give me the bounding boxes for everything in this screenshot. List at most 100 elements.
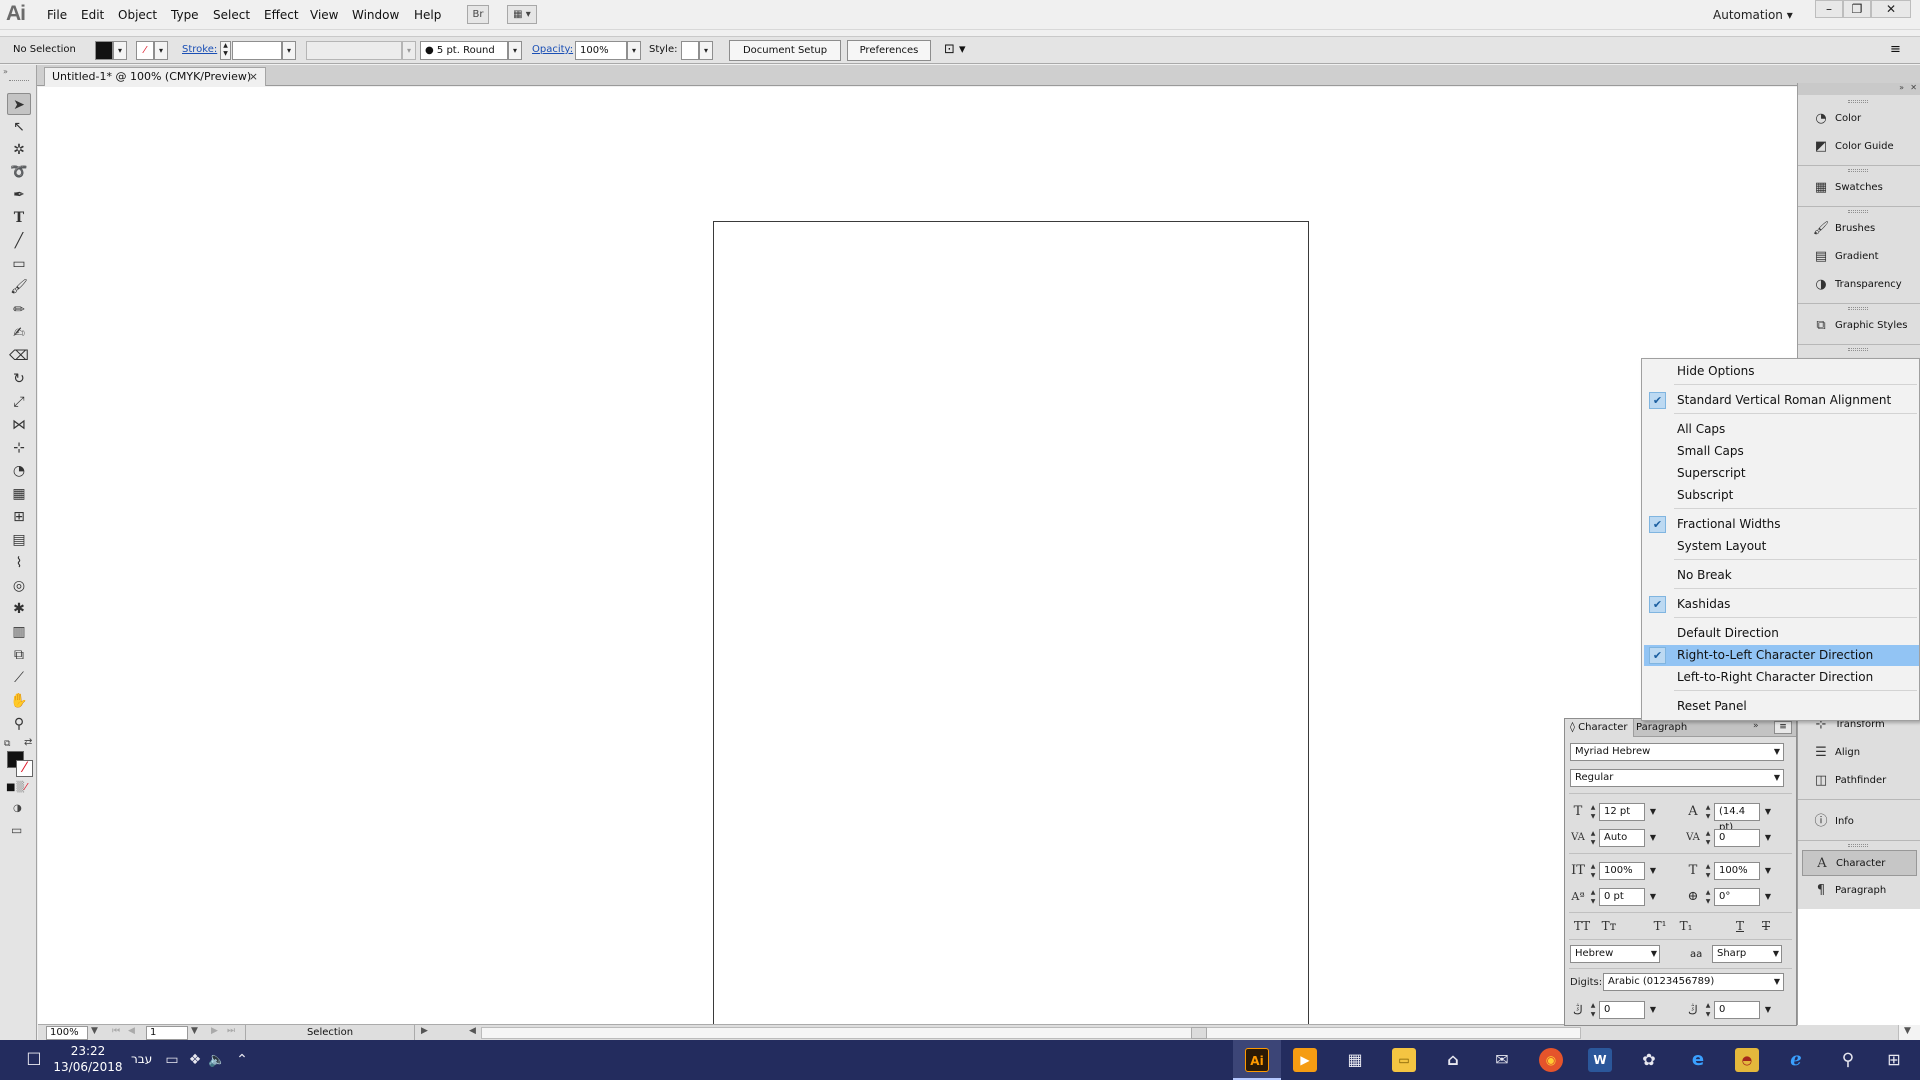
lasso-tool-icon[interactable]: ➰ xyxy=(7,161,31,183)
first-artboard-icon[interactable]: ⏮ xyxy=(112,1026,120,1036)
menu-item-standard-vertical-roman-alignment[interactable]: ✔ Standard Vertical Roman Alignment xyxy=(1644,390,1919,411)
show-hidden-icons-icon[interactable]: ⌃ xyxy=(228,1048,256,1072)
baseline-shift-dropdown[interactable]: ▼ xyxy=(1647,888,1659,906)
anti-alias-dropdown[interactable]: ▼ xyxy=(1770,945,1782,963)
current-tool-status[interactable]: Selection xyxy=(245,1025,415,1040)
kerning-dropdown[interactable]: ▼ xyxy=(1647,829,1659,847)
diacritics-x-dropdown[interactable]: ▼ xyxy=(1647,1001,1659,1019)
horizontal-scale-dropdown[interactable]: ▼ xyxy=(1762,862,1774,880)
rotation-input[interactable]: 0° xyxy=(1714,888,1760,906)
stroke-weight-input[interactable] xyxy=(232,41,282,60)
menu-item-small-caps[interactable]: Small Caps xyxy=(1644,441,1919,462)
horizontal-scale-input[interactable]: 100% xyxy=(1714,862,1760,880)
perspective-grid-tool-icon[interactable]: ▦ xyxy=(7,483,31,505)
collapse-tools-icon[interactable]: » xyxy=(3,67,8,76)
dock-group-grip[interactable] xyxy=(1848,844,1868,847)
dock-item-graphic-styles[interactable]: ⧉ Graphic Styles xyxy=(1798,313,1920,339)
taskbar-app-internet-explorer[interactable]: e xyxy=(1674,1040,1722,1080)
width-tool-icon[interactable]: ⋈ xyxy=(7,414,31,436)
fill-dropdown[interactable]: ▾ xyxy=(113,41,127,60)
panel-menu-icon[interactable]: ≡ xyxy=(1774,721,1792,734)
digits-select[interactable]: Arabic (0123456789) xyxy=(1603,973,1784,991)
superscript-icon[interactable]: T¹ xyxy=(1648,917,1672,935)
menu-item-superscript[interactable]: Superscript xyxy=(1644,463,1919,484)
language-dropdown[interactable]: ▼ xyxy=(1648,945,1660,963)
menu-item-kashidas[interactable]: ✔ Kashidas xyxy=(1644,594,1919,615)
zoom-dropdown[interactable]: ▼ xyxy=(91,1026,98,1036)
drawing-mode-icon[interactable]: ◑ xyxy=(13,803,22,814)
minimize-button[interactable]: – xyxy=(1815,0,1843,18)
scale-tool-icon[interactable]: ⤢ xyxy=(7,391,31,413)
taskbar-app-word[interactable]: W xyxy=(1576,1040,1624,1080)
menu-item-all-caps[interactable]: All Caps xyxy=(1644,419,1919,440)
menu-item-left-to-right-direction[interactable]: Left-to-Right Character Direction xyxy=(1644,667,1919,688)
menu-item-fractional-widths[interactable]: ✔ Fractional Widths xyxy=(1644,514,1919,535)
document-tab[interactable]: Untitled-1* @ 100% (CMYK/Preview) × xyxy=(44,67,266,86)
collapse-panel-icon[interactable]: » xyxy=(1753,721,1759,731)
volume-icon[interactable]: 🔈 xyxy=(203,1048,231,1072)
dock-group-grip[interactable] xyxy=(1848,100,1868,103)
canvas[interactable] xyxy=(38,87,1798,1064)
close-window-button[interactable]: ✕ xyxy=(1871,0,1911,18)
menu-item-reset-panel[interactable]: Reset Panel xyxy=(1644,696,1919,717)
stroke-color-icon[interactable]: ⁄ xyxy=(16,760,33,777)
taskbar-app-mail[interactable]: ✉ xyxy=(1478,1040,1526,1080)
previous-artboard-icon[interactable]: ◀ xyxy=(128,1026,135,1036)
pencil-tool-icon[interactable]: ✏ xyxy=(7,299,31,321)
dock-item-pathfinder[interactable]: ◫ Pathfinder xyxy=(1798,768,1920,794)
diacritics-x-input[interactable]: 0 xyxy=(1599,1001,1645,1019)
diacritics-y-dropdown[interactable]: ▼ xyxy=(1762,1001,1774,1019)
graphic-style-dropdown[interactable]: ▾ xyxy=(699,41,713,60)
default-colors-icon[interactable]: ⧉ xyxy=(4,739,10,749)
free-transform-tool-icon[interactable]: ⊹ xyxy=(7,437,31,459)
opacity-label[interactable]: Opacity: xyxy=(532,44,573,55)
menu-item-no-break[interactable]: No Break xyxy=(1644,565,1919,586)
taskbar-app-store[interactable]: ⌂ xyxy=(1429,1040,1477,1080)
tab-paragraph[interactable]: Paragraph xyxy=(1631,719,1692,737)
menu-file[interactable]: File xyxy=(47,8,67,22)
collapse-dock-icon[interactable]: » xyxy=(1899,83,1904,92)
swap-colors-icon[interactable]: ⇄ xyxy=(24,737,32,748)
close-dock-icon[interactable]: ✕ xyxy=(1910,83,1917,92)
dock-item-align[interactable]: ☰ Align xyxy=(1798,740,1920,766)
shape-builder-tool-icon[interactable]: ◔ xyxy=(7,460,31,482)
menu-view[interactable]: View xyxy=(310,8,338,22)
tools-grip[interactable] xyxy=(9,80,29,82)
variable-width-dropdown[interactable]: ▾ xyxy=(402,41,416,60)
pen-tool-icon[interactable]: ✒ xyxy=(7,184,31,206)
eraser-tool-icon[interactable]: ⌫ xyxy=(7,345,31,367)
control-bar-menu-icon[interactable]: ≡ xyxy=(1890,42,1901,57)
stroke-weight-spinner[interactable]: ▲ ▼ xyxy=(220,41,231,60)
menu-item-system-layout[interactable]: System Layout xyxy=(1644,536,1919,557)
dock-item-gradient[interactable]: ▤ Gradient xyxy=(1798,244,1920,270)
font-size-input[interactable]: 12 pt xyxy=(1599,803,1645,821)
artboard[interactable] xyxy=(713,221,1309,1064)
last-artboard-icon[interactable]: ⏭ xyxy=(227,1026,235,1036)
action-center-icon[interactable]: ☐ xyxy=(20,1048,48,1072)
kerning-spinner[interactable]: ▲ ▼ xyxy=(1588,829,1598,847)
stroke-swatch[interactable]: ⁄ xyxy=(136,41,154,60)
direct-selection-tool-icon[interactable]: ↖ xyxy=(7,116,31,138)
strikethrough-icon[interactable]: T xyxy=(1754,917,1778,935)
font-size-spinner[interactable]: ▲ ▼ xyxy=(1588,803,1598,821)
restore-button[interactable]: ❐ xyxy=(1843,0,1871,18)
start-windows-icon[interactable]: ⊞ xyxy=(1880,1048,1908,1072)
dock-item-transparency[interactable]: ◑ Transparency xyxy=(1798,272,1920,298)
dock-group-grip[interactable] xyxy=(1848,169,1868,172)
baseline-shift-spinner[interactable]: ▲ ▼ xyxy=(1588,888,1598,906)
artboard-tool-icon[interactable]: ⧉ xyxy=(7,644,31,666)
graphic-style-swatch[interactable] xyxy=(681,41,699,60)
taskbar-app-firefox[interactable]: ◉ xyxy=(1527,1040,1575,1080)
taskbar-app-file-explorer[interactable]: ▭ xyxy=(1380,1040,1428,1080)
leading-dropdown[interactable]: ▼ xyxy=(1762,803,1774,821)
scroll-down-arrow[interactable]: ▼ xyxy=(1904,1026,1911,1036)
rotation-spinner[interactable]: ▲ ▼ xyxy=(1703,888,1713,906)
color-mode-icons[interactable]: ■▒⁄ xyxy=(6,782,28,793)
line-tool-icon[interactable]: ╱ xyxy=(7,230,31,252)
vertical-scale-dropdown[interactable]: ▼ xyxy=(1647,862,1659,880)
menu-object[interactable]: Object xyxy=(118,8,157,22)
brush-dropdown[interactable]: ▾ xyxy=(508,41,522,60)
subscript-icon[interactable]: T₁ xyxy=(1674,917,1698,935)
screen-mode-icon[interactable]: ▭ xyxy=(11,823,22,837)
blend-tool-icon[interactable]: ◎ xyxy=(7,575,31,597)
